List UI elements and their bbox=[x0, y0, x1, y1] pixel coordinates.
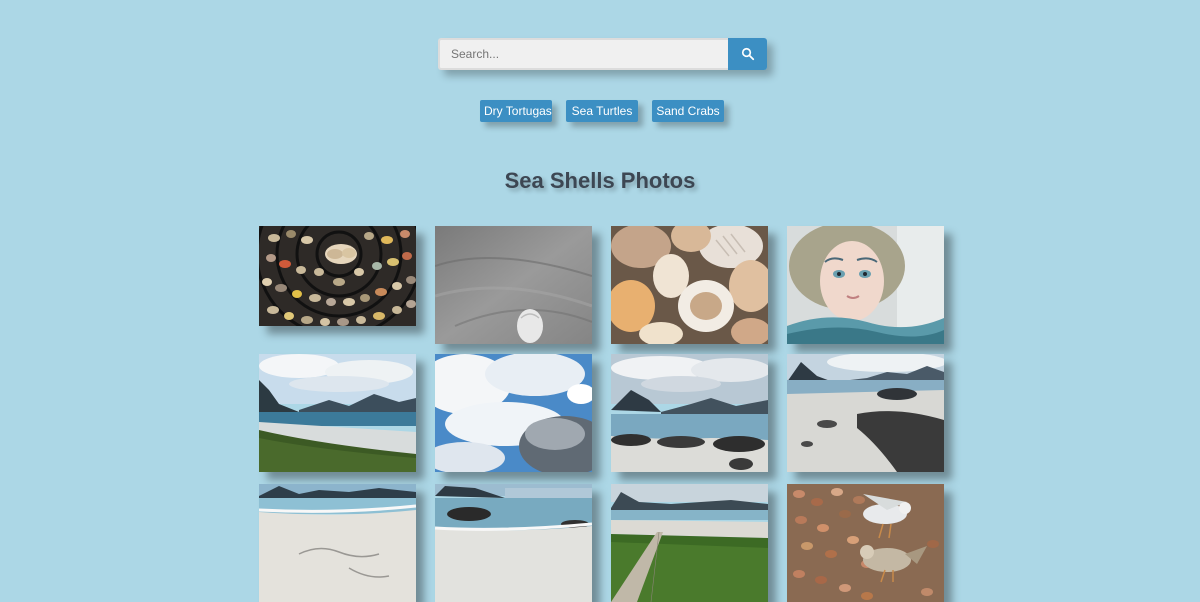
photo-boardwalk-path[interactable] bbox=[611, 484, 768, 602]
tag-sand-crabs[interactable]: Sand Crabs bbox=[652, 100, 724, 122]
photo-pile-of-shells[interactable] bbox=[611, 226, 768, 344]
photo-shell-on-sand[interactable] bbox=[435, 226, 592, 344]
tag-sea-turtles[interactable]: Sea Turtles bbox=[566, 100, 638, 122]
photo-sandy-beach-shoreline[interactable] bbox=[259, 484, 416, 602]
tag-dry-tortugas[interactable]: Dry Tortugas bbox=[480, 100, 552, 122]
search-input[interactable] bbox=[438, 38, 728, 70]
page-title: Sea Shells Photos bbox=[504, 168, 696, 193]
photo-beach-rock-in-water[interactable] bbox=[435, 484, 592, 602]
tag-list: Dry Tortugas Sea Turtles Sand Crabs bbox=[0, 100, 1200, 122]
search-bar bbox=[438, 38, 767, 70]
photo-clouds-blue-sky[interactable] bbox=[435, 354, 592, 472]
photo-rocky-beach-mountains[interactable] bbox=[611, 354, 768, 472]
search-button[interactable] bbox=[728, 38, 767, 70]
photo-bird-on-shells[interactable] bbox=[787, 484, 944, 602]
search-icon bbox=[741, 47, 754, 61]
photo-mermaid-portrait[interactable] bbox=[787, 226, 944, 344]
photo-shell-mosaic[interactable] bbox=[259, 226, 416, 326]
photo-beach-with-rocks[interactable] bbox=[787, 354, 944, 472]
photo-coastal-beach-grass[interactable] bbox=[259, 354, 416, 472]
